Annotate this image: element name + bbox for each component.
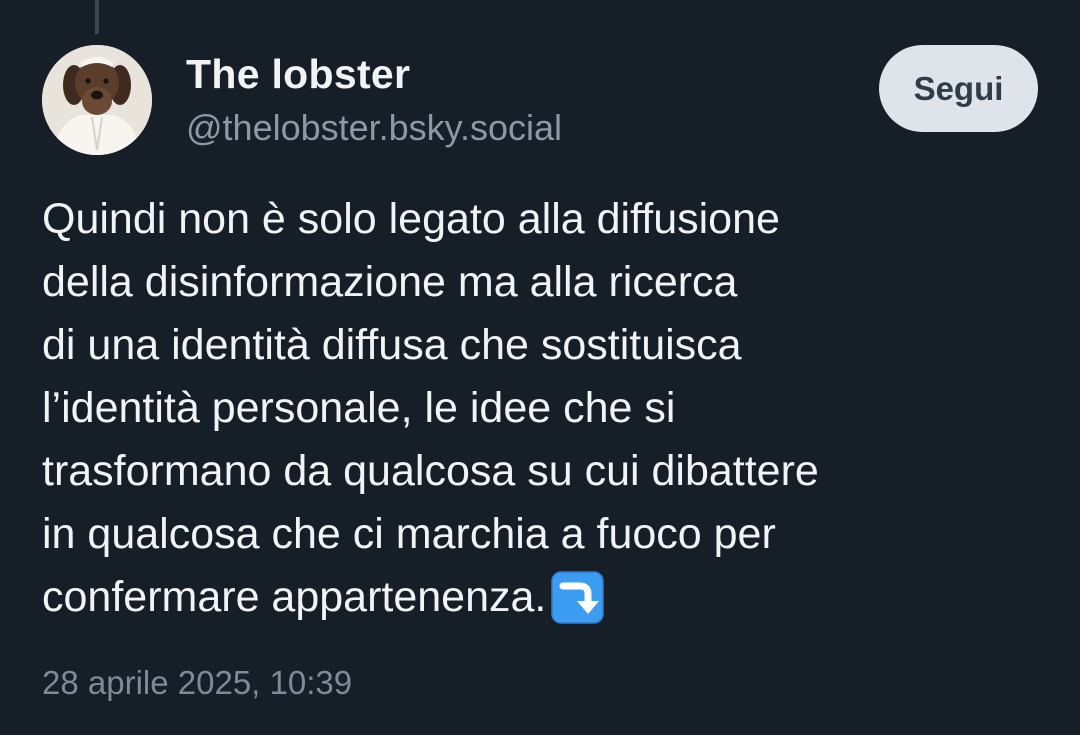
post-text-line: di una identità diffusa che sostituisca [42,321,742,369]
post-timestamp: 28 aprile 2025, 10:39 [42,664,353,701]
thread-connector-line [95,0,99,34]
post-text-last-line: confermare appartenenza. [42,566,1042,629]
post-text-line: in qualcosa che ci marchia a fuoco per [42,510,776,558]
post-text-line: della disinformazione ma alla ricerca [42,258,738,306]
post-text-line: Quindi non è solo legato alla diffusione [42,195,780,243]
post-text-line: l’identità personale, le idee che si [42,384,676,432]
dog-avatar-icon [42,45,152,155]
post-text-line: trasformano da qualcosa su cui dibattere [42,447,819,495]
post-text-line: confermare appartenenza. [42,573,547,621]
post-text: Quindi non è solo legato alla diffusione… [42,188,1042,629]
author-display-name[interactable]: The lobster [186,51,410,98]
right-arrow-curving-down-icon [550,570,605,625]
avatar[interactable] [42,45,152,155]
author-handle[interactable]: @thelobster.bsky.social [186,107,562,149]
follow-button[interactable]: Segui [879,45,1038,132]
